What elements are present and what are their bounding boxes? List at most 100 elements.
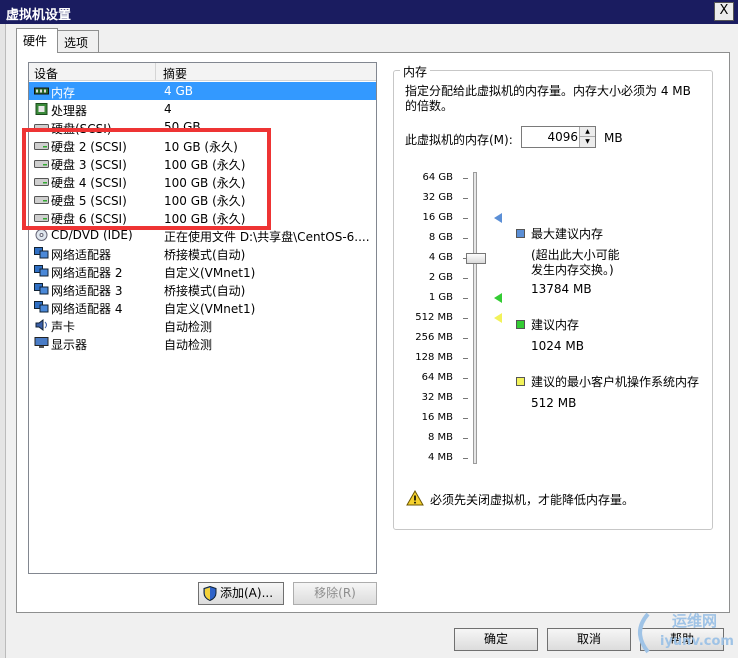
device-row-hard-disk[interactable]: 硬盘(SCSI) 50 GB bbox=[29, 118, 376, 136]
add-device-button[interactable]: 添加(A)... bbox=[198, 582, 284, 605]
memory-field-label: 此虚拟机的内存(M): bbox=[405, 133, 513, 147]
device-row-hard-disk-6[interactable]: 硬盘 6 (SCSI) 100 GB (永久) bbox=[29, 208, 376, 226]
device-row-memory[interactable]: 内存 4 GB bbox=[29, 82, 376, 100]
device-summary: 100 GB (永久) bbox=[164, 194, 246, 208]
slider-tick-label: 4 MB bbox=[427, 452, 453, 463]
network-adapter-icon bbox=[34, 301, 49, 313]
device-row-hard-disk-3[interactable]: 硬盘 3 (SCSI) 100 GB (永久) bbox=[29, 154, 376, 172]
max-recommended-marker-icon bbox=[494, 213, 502, 223]
slider-tick-mark bbox=[463, 398, 468, 399]
window-title: 虚拟机设置 bbox=[6, 8, 72, 23]
slider-tick-mark bbox=[463, 198, 468, 199]
min-guest-marker-icon bbox=[494, 313, 502, 323]
slider-tick-mark bbox=[463, 438, 468, 439]
watermark-line-2: iyunv.com bbox=[660, 634, 734, 649]
network-adapter-icon bbox=[34, 283, 49, 295]
slider-tick-label: 1 GB bbox=[428, 292, 453, 303]
device-row-network-adapter-4[interactable]: 网络适配器 4 自定义(VMnet1) bbox=[29, 298, 376, 316]
slider-tick-mark bbox=[463, 178, 468, 179]
hard-disk-icon bbox=[34, 214, 49, 222]
device-name: 硬盘 3 (SCSI) bbox=[51, 158, 127, 172]
memory-slider-thumb[interactable] bbox=[466, 253, 486, 264]
column-header-device[interactable]: 设备 bbox=[34, 65, 58, 82]
max-recommended-title: 最大建议内存 bbox=[531, 227, 604, 241]
device-summary: 自动检测 bbox=[164, 320, 213, 334]
device-list-header: 设备 摘要 bbox=[29, 63, 376, 81]
max-recommended-value: 13784 MB bbox=[531, 282, 592, 296]
memory-size-input[interactable]: 4096 bbox=[522, 130, 578, 144]
device-name: 硬盘 6 (SCSI) bbox=[51, 212, 127, 226]
device-name: 硬盘 5 (SCSI) bbox=[51, 194, 127, 208]
tab-hardware[interactable]: 硬件 bbox=[16, 28, 58, 53]
recommended-title: 建议内存 bbox=[531, 318, 580, 332]
uac-shield-icon bbox=[203, 586, 217, 601]
device-row-sound-card[interactable]: 声卡 自动检测 bbox=[29, 316, 376, 334]
column-header-summary[interactable]: 摘要 bbox=[163, 65, 187, 82]
remove-device-button[interactable]: 移除(R) bbox=[293, 582, 377, 605]
slider-tick-label: 8 GB bbox=[428, 232, 453, 243]
memory-slider-track[interactable] bbox=[473, 172, 477, 464]
device-name: 网络适配器 4 bbox=[51, 302, 123, 316]
device-summary: 100 GB (永久) bbox=[164, 176, 246, 190]
device-row-network-adapter[interactable]: 网络适配器 桥接模式(自动) bbox=[29, 244, 376, 262]
device-row-hard-disk-2[interactable]: 硬盘 2 (SCSI) 10 GB (永久) bbox=[29, 136, 376, 154]
device-row-cd-dvd[interactable]: CD/DVD (IDE) 正在使用文件 D:\共享盘\CentOS-6.... bbox=[29, 226, 376, 244]
device-name: 硬盘(SCSI) bbox=[51, 122, 112, 136]
slider-tick-mark bbox=[463, 318, 468, 319]
cd-dvd-icon bbox=[35, 229, 48, 241]
device-name: CD/DVD (IDE) bbox=[51, 228, 133, 242]
slider-tick-mark bbox=[463, 458, 468, 459]
slider-tick-label: 8 MB bbox=[427, 432, 453, 443]
hard-disk-icon bbox=[34, 142, 49, 150]
processor-icon bbox=[35, 103, 48, 115]
device-name: 网络适配器 2 bbox=[51, 266, 123, 280]
network-adapter-icon bbox=[34, 247, 49, 259]
tab-options[interactable]: 选项 bbox=[57, 30, 99, 52]
slider-tick-label: 4 GB bbox=[428, 252, 453, 263]
slider-tick-label: 32 MB bbox=[421, 392, 453, 403]
memory-size-spinner[interactable]: 4096 ▲ ▼ bbox=[521, 126, 596, 148]
title-bar[interactable]: 虚拟机设置 X bbox=[0, 0, 738, 24]
cancel-button[interactable]: 取消 bbox=[547, 628, 631, 651]
device-row-display[interactable]: 显示器 自动检测 bbox=[29, 334, 376, 352]
device-summary: 10 GB (永久) bbox=[164, 140, 238, 154]
device-row-hard-disk-4[interactable]: 硬盘 4 (SCSI) 100 GB (永久) bbox=[29, 172, 376, 190]
slider-tick-label: 16 GB bbox=[422, 212, 453, 223]
hard-disk-icon bbox=[34, 124, 49, 132]
device-row-network-adapter-2[interactable]: 网络适配器 2 自定义(VMnet1) bbox=[29, 262, 376, 280]
column-separator[interactable] bbox=[155, 63, 156, 81]
slider-tick-mark bbox=[463, 278, 468, 279]
device-row-network-adapter-3[interactable]: 网络适配器 3 桥接模式(自动) bbox=[29, 280, 376, 298]
device-row-processor[interactable]: 处理器 4 bbox=[29, 100, 376, 118]
hard-disk-icon bbox=[34, 196, 49, 204]
slider-tick-mark bbox=[463, 358, 468, 359]
max-recommended-note-2: 发生内存交换。) bbox=[531, 263, 614, 277]
device-name: 内存 bbox=[51, 86, 76, 100]
slider-tick-mark bbox=[463, 418, 468, 419]
memory-group-title: 内存 bbox=[400, 63, 431, 80]
device-row-hard-disk-5[interactable]: 硬盘 5 (SCSI) 100 GB (永久) bbox=[29, 190, 376, 208]
device-summary: 50 GB bbox=[164, 120, 201, 134]
max-recommended-legend-icon bbox=[516, 229, 525, 238]
min-guest-title: 建议的最小客户机操作系统内存 bbox=[531, 375, 700, 389]
device-summary: 桥接模式(自动) bbox=[164, 284, 246, 298]
spinner-up-arrow-icon[interactable]: ▲ bbox=[579, 127, 595, 137]
watermark-logo-icon bbox=[638, 612, 650, 654]
device-name: 声卡 bbox=[51, 320, 76, 334]
slider-tick-mark bbox=[463, 298, 468, 299]
min-guest-legend-icon bbox=[516, 377, 525, 386]
device-name: 显示器 bbox=[51, 338, 88, 352]
memory-description: 指定分配给此虚拟机的内存量。内存大小必须为 4 MB 的倍数。 bbox=[405, 84, 691, 113]
slider-tick-label: 256 MB bbox=[415, 332, 453, 343]
device-name: 硬盘 2 (SCSI) bbox=[51, 140, 127, 154]
device-list[interactable]: 设备 摘要 内存 4 GB 处理器 4 硬盘(SCSI) 50 GB 硬盘 2 … bbox=[28, 62, 377, 574]
close-button[interactable]: X bbox=[714, 2, 734, 21]
background-window-edge bbox=[0, 24, 6, 658]
sound-card-icon bbox=[35, 319, 47, 331]
ok-button[interactable]: 确定 bbox=[454, 628, 538, 651]
device-summary: 100 GB (永久) bbox=[164, 158, 246, 172]
device-summary: 自定义(VMnet1) bbox=[164, 266, 256, 280]
spinner-down-arrow-icon[interactable]: ▼ bbox=[579, 137, 595, 147]
device-summary: 4 bbox=[164, 102, 172, 116]
device-summary: 桥接模式(自动) bbox=[164, 248, 246, 262]
